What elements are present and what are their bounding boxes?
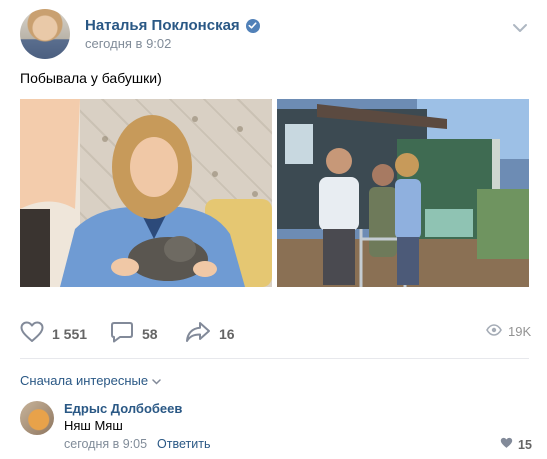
post-date[interactable]: сегодня в 9:02 [85, 36, 171, 51]
reply-button[interactable]: Ответить [157, 437, 210, 451]
post-author-avatar[interactable] [20, 9, 70, 59]
post-photo-1[interactable] [20, 99, 272, 287]
comment-button[interactable]: 58 [110, 321, 158, 346]
comment-date[interactable]: сегодня в 9:05 [64, 437, 147, 451]
chevron-down-icon [152, 373, 161, 388]
comment-text: Няш Мяш [64, 418, 123, 433]
like-button[interactable]: 1 551 [20, 321, 87, 346]
comment-author-avatar[interactable] [20, 401, 54, 435]
divider [20, 358, 529, 359]
share-button[interactable]: 16 [185, 321, 235, 346]
heart-icon [20, 321, 44, 346]
comments-sort-label[interactable]: Сначала интересные [20, 373, 148, 388]
comments-sort-dropdown[interactable]: Сначала интересные [20, 373, 161, 388]
post-photo-2[interactable] [277, 99, 529, 287]
comment-like-count: 15 [518, 437, 532, 452]
post-author-name-label[interactable]: Наталья Поклонская [85, 17, 240, 34]
share-count: 16 [219, 325, 235, 342]
comment-count: 58 [142, 325, 158, 342]
eye-icon [486, 324, 502, 339]
views-count: 19K [508, 324, 532, 339]
verified-badge-icon [245, 18, 260, 33]
post-author-name[interactable]: Наталья Поклонская [85, 17, 260, 34]
like-count: 1 551 [52, 325, 88, 342]
heart-icon [500, 437, 513, 452]
post-text: Побывала у бабушки) [20, 70, 162, 86]
views-counter: 19K [486, 324, 531, 339]
comment-meta: сегодня в 9:05 Ответить [64, 437, 210, 451]
comment-author-name[interactable]: Едрыс Долбобеев [64, 401, 182, 416]
comment-icon [110, 321, 134, 346]
comment-like-button[interactable]: 15 [500, 437, 532, 452]
share-arrow-icon [185, 321, 211, 346]
chevron-down-icon[interactable] [512, 20, 528, 32]
